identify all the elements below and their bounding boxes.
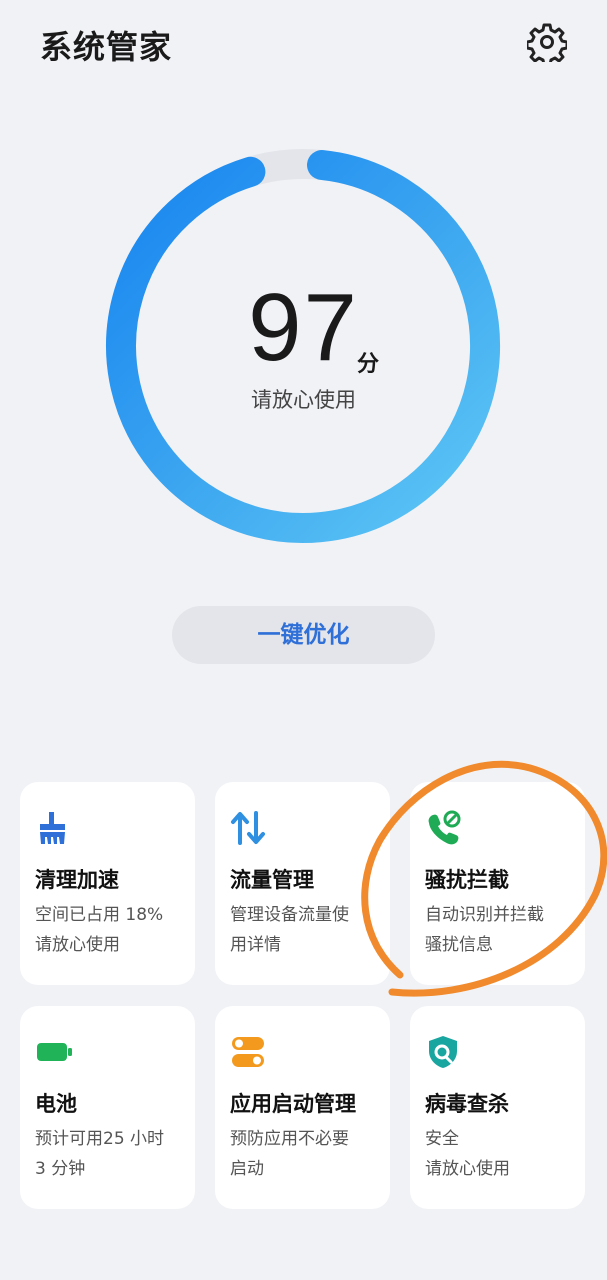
card-battery-title: 电池 (35, 1092, 77, 1116)
card-clean[interactable]: 清理加速 空间已占用 18% 请放心使用 (20, 782, 195, 985)
card-traffic-desc: 管理设备流量使 用详情 (230, 905, 349, 955)
card-clean-desc: 空间已占用 18% 请放心使用 (35, 905, 164, 955)
score-value: 97 (248, 274, 359, 381)
card-startup-title: 应用启动管理 (230, 1092, 356, 1116)
optimize-button[interactable]: 一键优化 (172, 606, 435, 664)
shield-scan-icon (429, 1036, 457, 1068)
card-battery-desc: 预计可用25 小时 3 分钟 (35, 1129, 165, 1179)
card-startup-desc: 预防应用不必要 启动 (230, 1129, 349, 1179)
card-virus[interactable]: 病毒查杀 安全 请放心使用 (410, 1006, 585, 1209)
card-virus-title: 病毒查杀 (425, 1092, 509, 1116)
card-block-desc: 自动识别并拦截 骚扰信息 (425, 905, 544, 955)
data-transfer-icon (231, 811, 265, 845)
card-traffic-title: 流量管理 (230, 868, 314, 892)
card-block[interactable]: 骚扰拦截 自动识别并拦截 骚扰信息 (410, 782, 585, 985)
phone-block-icon (428, 810, 461, 845)
card-traffic[interactable]: 流量管理 管理设备流量使 用详情 (215, 782, 390, 985)
card-battery[interactable]: 电池 预计可用25 小时 3 分钟 (20, 1006, 195, 1209)
broom-icon (40, 812, 65, 844)
card-virus-desc: 安全 请放心使用 (425, 1129, 510, 1179)
toggle-icon (232, 1037, 264, 1067)
score-unit: 分 (357, 352, 380, 377)
card-block-title: 骚扰拦截 (425, 868, 509, 892)
card-startup[interactable]: 应用启动管理 预防应用不必要 启动 (215, 1006, 390, 1209)
score-status: 请放心使用 (251, 388, 356, 412)
battery-icon (37, 1043, 72, 1061)
card-clean-title: 清理加速 (35, 868, 119, 892)
